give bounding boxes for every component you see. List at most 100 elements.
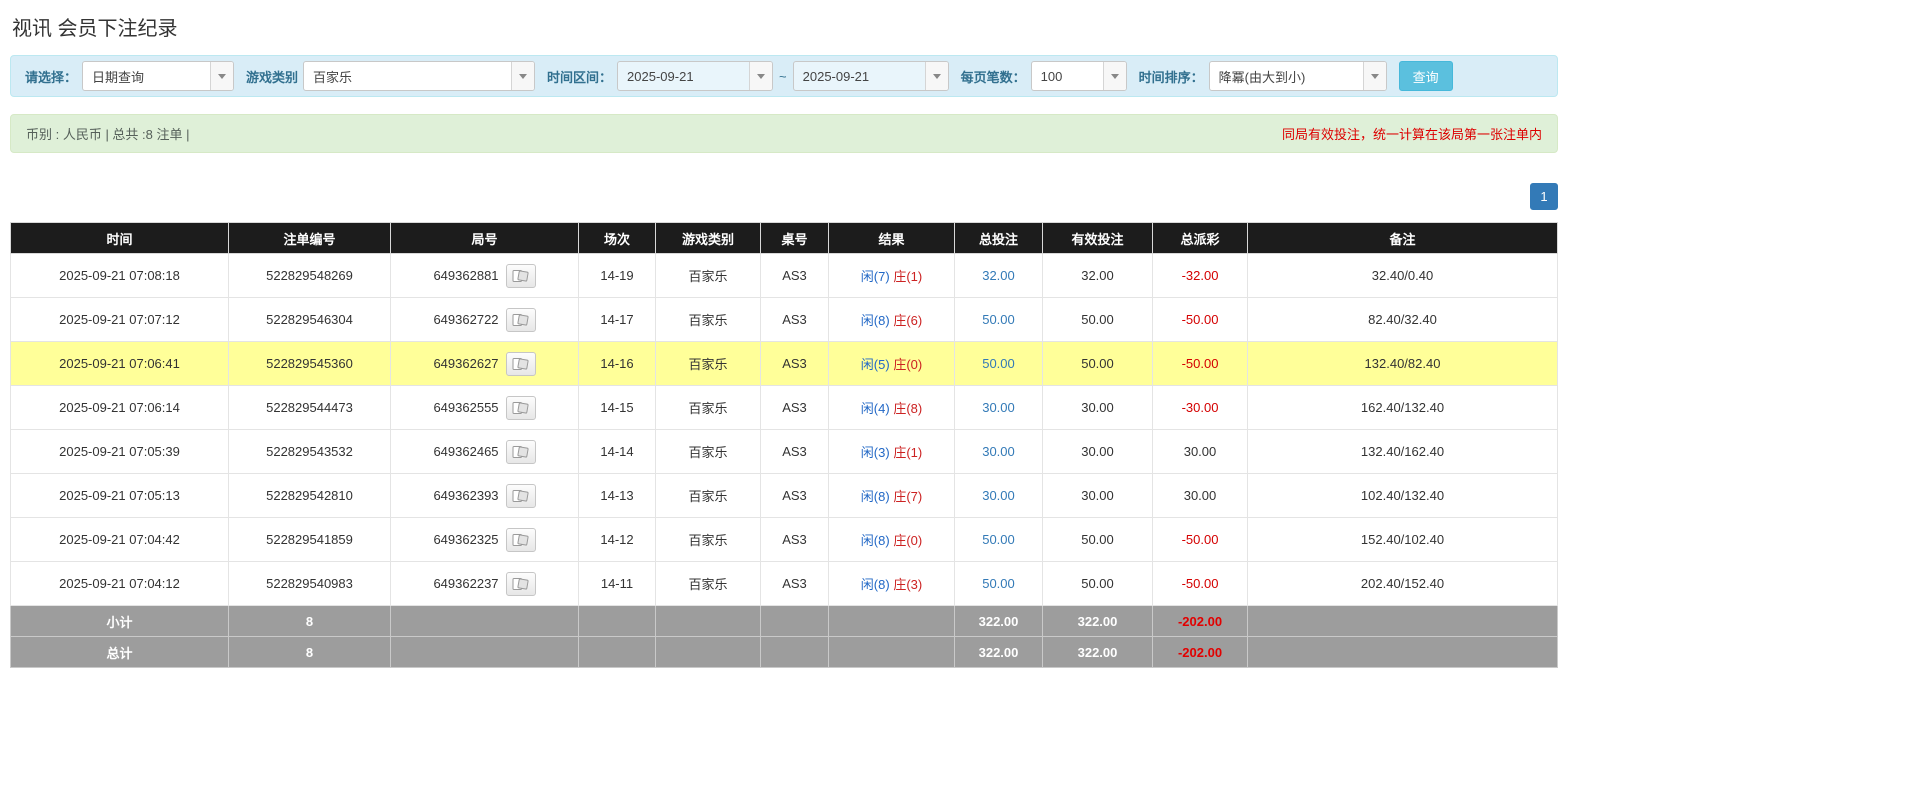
cell-session: 14-16: [578, 341, 656, 386]
page: 视讯 会员下注纪录 请选择： 日期查询 游戏类别 百家乐 时间区间： 2025-…: [0, 0, 1914, 676]
round-number: 649362237: [433, 576, 499, 591]
cell-total-bet[interactable]: 30.00: [954, 473, 1043, 518]
cell-round: 649362881: [390, 253, 579, 298]
view-cards-button[interactable]: [505, 263, 536, 288]
chevron-down-icon: [924, 62, 948, 90]
page-title: 视讯 会员下注纪录: [12, 18, 178, 40]
cell-total-bet[interactable]: 32.00: [954, 253, 1043, 298]
cell-game-type: 百家乐: [655, 297, 761, 342]
table-row: 2025-09-21 07:04:42 522829541859 6493623…: [10, 517, 1558, 562]
view-cards-button[interactable]: [505, 307, 536, 332]
cell-bet-id: 522829548269: [228, 253, 391, 298]
cell-time: 2025-09-21 07:04:12: [10, 561, 229, 606]
cell-time: 2025-09-21 07:06:14: [10, 385, 229, 430]
result-player: 闲(8): [860, 533, 890, 548]
cell-valid-bet: 50.00: [1042, 517, 1153, 562]
search-button[interactable]: 查询: [1398, 61, 1453, 91]
table-row: 2025-09-21 07:08:18 522829548269 6493628…: [10, 253, 1558, 298]
date-to-input[interactable]: 2025-09-21: [792, 61, 949, 91]
col-header-note: 备注: [1247, 222, 1558, 254]
cell-session: 14-11: [578, 561, 656, 606]
cell-round: 649362465: [390, 429, 579, 474]
cell-session: 14-13: [578, 473, 656, 518]
game-type-select[interactable]: 百家乐: [303, 61, 536, 91]
subtotal-total-bet: 322.00: [954, 605, 1043, 637]
grand-total-valid-bet: 322.00: [1042, 636, 1153, 668]
cell-total-bet[interactable]: 50.00: [954, 297, 1043, 342]
table-row: 2025-09-21 07:06:14 522829544473 6493625…: [10, 385, 1558, 430]
chevron-down-icon: [1362, 62, 1386, 90]
result-banker: 庄(0): [893, 357, 923, 372]
cell-total-bet[interactable]: 50.00: [954, 517, 1043, 562]
cell-time: 2025-09-21 07:06:41: [10, 341, 229, 386]
cell-table-no: AS3: [760, 297, 829, 342]
result-banker: 庄(0): [893, 533, 923, 548]
currency-summary: 币别 : 人民币 | 总共 :8 注单 |: [26, 127, 190, 142]
cell-total-bet[interactable]: 50.00: [954, 341, 1043, 386]
col-header-round: 局号: [390, 222, 579, 254]
col-header-total-bet: 总投注: [954, 222, 1043, 254]
cell-note: 132.40/162.40: [1247, 429, 1558, 474]
date-to-value: 2025-09-21: [802, 68, 870, 84]
view-cards-button[interactable]: [505, 439, 536, 464]
grand-total-empty: [578, 636, 656, 668]
cell-game-type: 百家乐: [655, 473, 761, 518]
grand-total-empty: [1247, 636, 1558, 668]
page-1-button[interactable]: 1: [1530, 183, 1558, 210]
chevron-down-icon: [1102, 62, 1126, 90]
sort-value: 降冪(由大到小): [1218, 69, 1306, 85]
cell-total-bet[interactable]: 30.00: [954, 385, 1043, 430]
subtotal-count: 8: [228, 605, 391, 637]
subtotal-empty: [390, 605, 579, 637]
subtotal-valid-bet: 322.00: [1042, 605, 1153, 637]
cell-table-no: AS3: [760, 517, 829, 562]
chevron-down-icon: [749, 62, 773, 90]
sort-select[interactable]: 降冪(由大到小): [1208, 61, 1387, 91]
view-cards-button[interactable]: [505, 483, 536, 508]
result-player: 闲(5): [860, 357, 890, 372]
round-number: 649362325: [433, 532, 499, 547]
cell-valid-bet: 50.00: [1042, 297, 1153, 342]
subtotal-empty: [760, 605, 829, 637]
range-separator: ~: [779, 68, 787, 84]
subtotal-empty: [578, 605, 656, 637]
cell-total-bet[interactable]: 30.00: [954, 429, 1043, 474]
view-cards-button[interactable]: [505, 395, 536, 420]
cell-table-no: AS3: [760, 253, 829, 298]
table-row: 2025-09-21 07:05:39 522829543532 6493624…: [10, 429, 1558, 474]
chevron-down-icon: [210, 62, 234, 90]
subtotal-row: 小计 8 322.00 322.00 -202.00: [10, 605, 1558, 637]
view-cards-button[interactable]: [505, 351, 536, 376]
grand-total-payout: -202.00: [1152, 636, 1248, 668]
cell-note: 132.40/82.40: [1247, 341, 1558, 386]
records-table: 时间 注单编号 局号 场次 游戏类别 桌号 结果 总投注 有效投注 总派彩 备注…: [10, 222, 1558, 668]
query-type-select[interactable]: 日期查询: [82, 61, 235, 91]
col-header-valid-bet: 有效投注: [1042, 222, 1153, 254]
round-number: 649362393: [433, 488, 499, 503]
col-header-time: 时间: [10, 222, 229, 254]
subtotal-label: 小计: [10, 605, 229, 637]
cell-bet-id: 522829544473: [228, 385, 391, 430]
cell-note: 202.40/152.40: [1247, 561, 1558, 606]
cell-result: 闲(7) 庄(1): [828, 253, 955, 298]
cell-payout: -32.00: [1152, 253, 1248, 298]
result-banker: 庄(6): [893, 313, 923, 328]
page-size-select[interactable]: 100: [1030, 61, 1127, 91]
view-cards-button[interactable]: [505, 571, 536, 596]
cell-payout: -50.00: [1152, 341, 1248, 386]
subtotal-empty: [655, 605, 761, 637]
content: 请选择： 日期查询 游戏类别 百家乐 时间区间： 2025-09-21 ~ 20…: [10, 55, 1558, 668]
game-type-value: 百家乐: [313, 69, 353, 85]
grand-total-total-bet: 322.00: [954, 636, 1043, 668]
view-cards-button[interactable]: [505, 527, 536, 552]
cell-note: 152.40/102.40: [1247, 517, 1558, 562]
query-type-value: 日期查询: [92, 69, 145, 85]
cell-note: 82.40/32.40: [1247, 297, 1558, 342]
cell-result: 闲(3) 庄(1): [828, 429, 955, 474]
result-player: 闲(7): [860, 269, 890, 284]
cell-game-type: 百家乐: [655, 517, 761, 562]
cell-valid-bet: 50.00: [1042, 561, 1153, 606]
date-from-input[interactable]: 2025-09-21: [617, 61, 774, 91]
cell-result: 闲(8) 庄(0): [828, 517, 955, 562]
cell-total-bet[interactable]: 50.00: [954, 561, 1043, 606]
